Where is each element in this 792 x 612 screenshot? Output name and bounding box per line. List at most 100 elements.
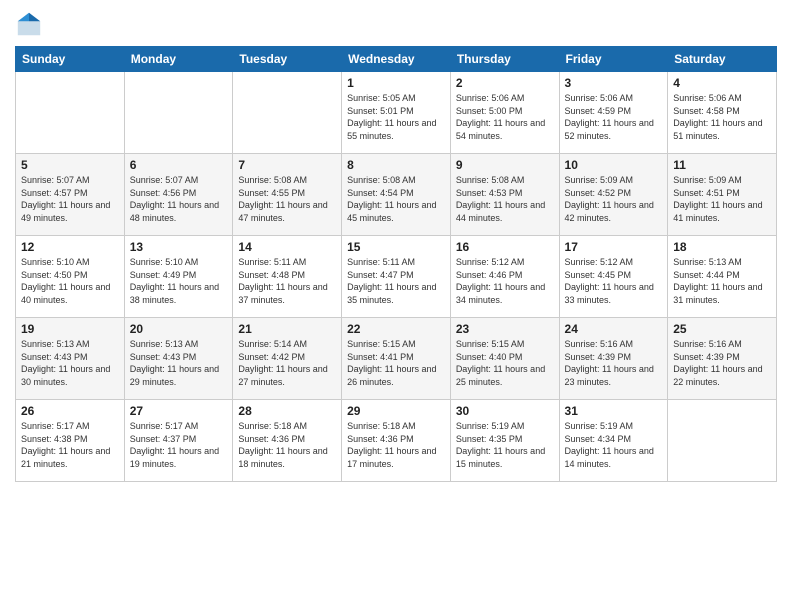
calendar-cell: 31 Sunrise: 5:19 AMSunset: 4:34 PMDayligh… <box>559 400 668 482</box>
calendar-cell: 12 Sunrise: 5:10 AMSunset: 4:50 PMDayligh… <box>16 236 125 318</box>
calendar-week-row: 5 Sunrise: 5:07 AMSunset: 4:57 PMDaylight… <box>16 154 777 236</box>
day-number: 21 <box>238 322 336 336</box>
cell-info: Sunrise: 5:13 AMSunset: 4:43 PMDaylight:… <box>130 338 228 388</box>
calendar-cell <box>233 72 342 154</box>
column-header-saturday: Saturday <box>668 47 777 72</box>
column-header-wednesday: Wednesday <box>342 47 451 72</box>
cell-info: Sunrise: 5:07 AMSunset: 4:57 PMDaylight:… <box>21 174 119 224</box>
day-number: 2 <box>456 76 554 90</box>
day-number: 14 <box>238 240 336 254</box>
calendar-cell: 8Sunrise: 5:08 AMSunset: 4:54 PMDaylight… <box>342 154 451 236</box>
calendar-week-row: 19 Sunrise: 5:13 AMSunset: 4:43 PMDayligh… <box>16 318 777 400</box>
calendar-cell: 20 Sunrise: 5:13 AMSunset: 4:43 PMDayligh… <box>124 318 233 400</box>
page: SundayMondayTuesdayWednesdayThursdayFrid… <box>0 0 792 612</box>
calendar-week-row: 1 Sunrise: 5:05 AMSunset: 5:01 PMDaylight… <box>16 72 777 154</box>
column-header-friday: Friday <box>559 47 668 72</box>
day-number: 19 <box>21 322 119 336</box>
cell-info: Sunrise: 5:16 AMSunset: 4:39 PMDaylight:… <box>565 338 663 388</box>
cell-info: Sunrise: 5:13 AMSunset: 4:44 PMDaylight:… <box>673 256 771 306</box>
day-number: 20 <box>130 322 228 336</box>
calendar-cell: 23 Sunrise: 5:15 AMSunset: 4:40 PMDayligh… <box>450 318 559 400</box>
day-number: 22 <box>347 322 445 336</box>
day-number: 8 <box>347 158 445 172</box>
cell-info: Sunrise: 5:19 AMSunset: 4:35 PMDaylight:… <box>456 420 554 470</box>
cell-info: Sunrise: 5:15 AMSunset: 4:40 PMDaylight:… <box>456 338 554 388</box>
calendar-cell: 7Sunrise: 5:08 AMSunset: 4:55 PMDaylight… <box>233 154 342 236</box>
calendar-cell: 19 Sunrise: 5:13 AMSunset: 4:43 PMDayligh… <box>16 318 125 400</box>
calendar-cell: 5 Sunrise: 5:07 AMSunset: 4:57 PMDaylight… <box>16 154 125 236</box>
cell-info: Sunrise: 5:07 AMSunset: 4:56 PMDaylight:… <box>130 174 228 224</box>
calendar-cell: 28Sunrise: 5:18 AMSunset: 4:36 PMDayligh… <box>233 400 342 482</box>
day-number: 24 <box>565 322 663 336</box>
calendar-cell: 18 Sunrise: 5:13 AMSunset: 4:44 PMDayligh… <box>668 236 777 318</box>
calendar-cell: 9 Sunrise: 5:08 AMSunset: 4:53 PMDaylight… <box>450 154 559 236</box>
calendar-cell: 2Sunrise: 5:06 AMSunset: 5:00 PMDaylight… <box>450 72 559 154</box>
calendar-cell: 16 Sunrise: 5:12 AMSunset: 4:46 PMDayligh… <box>450 236 559 318</box>
day-number: 13 <box>130 240 228 254</box>
calendar-cell: 6Sunrise: 5:07 AMSunset: 4:56 PMDaylight… <box>124 154 233 236</box>
day-number: 31 <box>565 404 663 418</box>
cell-info: Sunrise: 5:15 AMSunset: 4:41 PMDaylight:… <box>347 338 445 388</box>
day-number: 11 <box>673 158 771 172</box>
day-number: 4 <box>673 76 771 90</box>
cell-info: Sunrise: 5:09 AMSunset: 4:52 PMDaylight:… <box>565 174 663 224</box>
cell-info: Sunrise: 5:19 AMSunset: 4:34 PMDaylight:… <box>565 420 663 470</box>
day-number: 7 <box>238 158 336 172</box>
calendar-cell: 24 Sunrise: 5:16 AMSunset: 4:39 PMDayligh… <box>559 318 668 400</box>
day-number: 16 <box>456 240 554 254</box>
column-header-thursday: Thursday <box>450 47 559 72</box>
cell-info: Sunrise: 5:12 AMSunset: 4:45 PMDaylight:… <box>565 256 663 306</box>
column-header-sunday: Sunday <box>16 47 125 72</box>
calendar-cell <box>16 72 125 154</box>
day-number: 9 <box>456 158 554 172</box>
calendar-cell: 11 Sunrise: 5:09 AMSunset: 4:51 PMDayligh… <box>668 154 777 236</box>
calendar-header-row: SundayMondayTuesdayWednesdayThursdayFrid… <box>16 47 777 72</box>
calendar-cell: 17 Sunrise: 5:12 AMSunset: 4:45 PMDayligh… <box>559 236 668 318</box>
cell-info: Sunrise: 5:17 AMSunset: 4:37 PMDaylight:… <box>130 420 228 470</box>
calendar-week-row: 12 Sunrise: 5:10 AMSunset: 4:50 PMDayligh… <box>16 236 777 318</box>
cell-info: Sunrise: 5:09 AMSunset: 4:51 PMDaylight:… <box>673 174 771 224</box>
cell-info: Sunrise: 5:13 AMSunset: 4:43 PMDaylight:… <box>21 338 119 388</box>
day-number: 17 <box>565 240 663 254</box>
calendar-cell <box>124 72 233 154</box>
calendar-cell: 13 Sunrise: 5:10 AMSunset: 4:49 PMDayligh… <box>124 236 233 318</box>
day-number: 1 <box>347 76 445 90</box>
calendar-cell: 15Sunrise: 5:11 AMSunset: 4:47 PMDayligh… <box>342 236 451 318</box>
day-number: 23 <box>456 322 554 336</box>
calendar-cell: 29Sunrise: 5:18 AMSunset: 4:36 PMDayligh… <box>342 400 451 482</box>
day-number: 12 <box>21 240 119 254</box>
column-header-monday: Monday <box>124 47 233 72</box>
calendar-week-row: 26Sunrise: 5:17 AMSunset: 4:38 PMDayligh… <box>16 400 777 482</box>
calendar-cell: 26Sunrise: 5:17 AMSunset: 4:38 PMDayligh… <box>16 400 125 482</box>
cell-info: Sunrise: 5:05 AMSunset: 5:01 PMDaylight:… <box>347 92 445 142</box>
cell-info: Sunrise: 5:14 AMSunset: 4:42 PMDaylight:… <box>238 338 336 388</box>
calendar-table: SundayMondayTuesdayWednesdayThursdayFrid… <box>15 46 777 482</box>
calendar-cell: 14Sunrise: 5:11 AMSunset: 4:48 PMDayligh… <box>233 236 342 318</box>
cell-info: Sunrise: 5:10 AMSunset: 4:49 PMDaylight:… <box>130 256 228 306</box>
calendar-cell: 30 Sunrise: 5:19 AMSunset: 4:35 PMDayligh… <box>450 400 559 482</box>
cell-info: Sunrise: 5:11 AMSunset: 4:47 PMDaylight:… <box>347 256 445 306</box>
cell-info: Sunrise: 5:06 AMSunset: 4:58 PMDaylight:… <box>673 92 771 142</box>
day-number: 5 <box>21 158 119 172</box>
calendar-cell: 22 Sunrise: 5:15 AMSunset: 4:41 PMDayligh… <box>342 318 451 400</box>
day-number: 25 <box>673 322 771 336</box>
day-number: 18 <box>673 240 771 254</box>
cell-info: Sunrise: 5:18 AMSunset: 4:36 PMDaylight:… <box>238 420 336 470</box>
cell-info: Sunrise: 5:10 AMSunset: 4:50 PMDaylight:… <box>21 256 119 306</box>
day-number: 29 <box>347 404 445 418</box>
header <box>15 10 777 38</box>
logo <box>15 10 47 38</box>
calendar-cell: 1 Sunrise: 5:05 AMSunset: 5:01 PMDaylight… <box>342 72 451 154</box>
calendar-cell: 10 Sunrise: 5:09 AMSunset: 4:52 PMDayligh… <box>559 154 668 236</box>
day-number: 27 <box>130 404 228 418</box>
cell-info: Sunrise: 5:12 AMSunset: 4:46 PMDaylight:… <box>456 256 554 306</box>
calendar-cell <box>668 400 777 482</box>
day-number: 10 <box>565 158 663 172</box>
calendar-cell: 3Sunrise: 5:06 AMSunset: 4:59 PMDaylight… <box>559 72 668 154</box>
calendar-cell: 4 Sunrise: 5:06 AMSunset: 4:58 PMDaylight… <box>668 72 777 154</box>
day-number: 30 <box>456 404 554 418</box>
calendar-cell: 27 Sunrise: 5:17 AMSunset: 4:37 PMDayligh… <box>124 400 233 482</box>
logo-icon <box>15 10 43 38</box>
day-number: 3 <box>565 76 663 90</box>
cell-info: Sunrise: 5:08 AMSunset: 4:53 PMDaylight:… <box>456 174 554 224</box>
